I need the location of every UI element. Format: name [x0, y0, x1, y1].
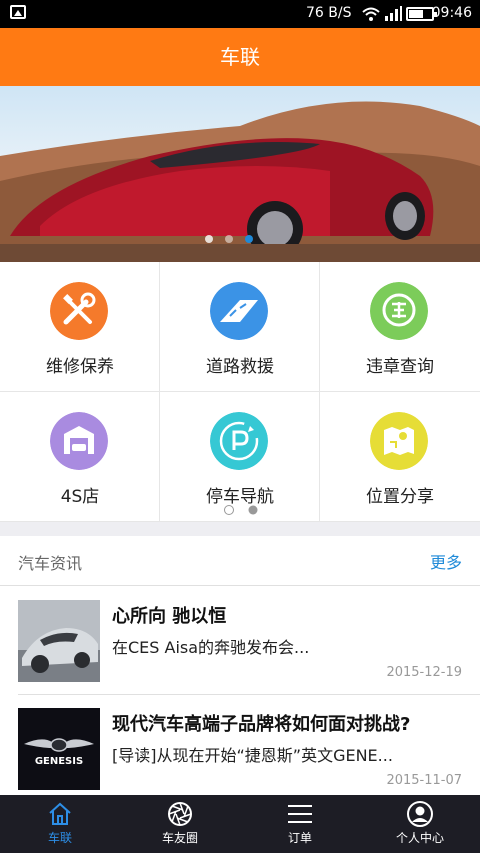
service-label: 位置分享: [366, 487, 434, 507]
garage-car-icon: [50, 412, 108, 470]
news-title: 心所向 驰以恒: [112, 606, 227, 627]
service-label: 道路救援: [206, 357, 274, 377]
bottom-navigation: 车联 车友圈 订单 个人中心: [0, 795, 480, 853]
aperture-icon: [168, 802, 192, 826]
nav-tab-car-friends[interactable]: 车友圈: [120, 795, 240, 853]
battery-icon: [406, 7, 437, 21]
news-section-header: 汽车资讯 更多: [0, 536, 480, 586]
nav-tab-orders[interactable]: 订单: [240, 795, 360, 853]
news-title: 现代汽车高端子品牌将如何面对挑战?: [112, 714, 411, 735]
genesis-wings-logo: [24, 738, 94, 752]
silver-sports-car-thumbnail: [18, 600, 100, 682]
map-location-icon: [370, 412, 428, 470]
news-item[interactable]: GENESIS 现代汽车高端子品牌将如何面对挑战? [导读]从现在开始“捷恩斯”…: [0, 694, 480, 802]
network-speed: 76 B/S: [306, 5, 352, 21]
service-label: 违章查询: [366, 357, 434, 377]
violation-query-icon: [370, 282, 428, 340]
service-repair-maintenance[interactable]: 维修保养: [0, 262, 160, 392]
service-parking-navigation[interactable]: 停车导航: [160, 392, 320, 522]
signal-icon: [385, 6, 402, 21]
wifi-icon: [362, 7, 380, 21]
service-road-rescue[interactable]: 道路救援: [160, 262, 320, 392]
status-bar: 76 B/S 09:46: [0, 0, 480, 28]
user-icon: [407, 801, 433, 827]
list-icon: [288, 805, 312, 823]
service-label: 4S店: [60, 487, 100, 507]
nav-label: 个人中心: [395, 831, 444, 845]
banner-pagination: [205, 235, 253, 243]
nav-label: 订单: [287, 831, 312, 845]
genesis-logo-thumbnail: GENESIS: [18, 708, 100, 790]
news-summary: 在CES Aisa的奔驰发布会...: [112, 638, 310, 657]
news-item[interactable]: 心所向 驰以恒 在CES Aisa的奔驰发布会... 2015-12-19: [0, 586, 480, 694]
road-icon: [210, 282, 268, 340]
news-date: 2015-11-07: [386, 773, 462, 788]
home-icon: [49, 802, 71, 825]
service-label: 维修保养: [46, 357, 114, 377]
parking-navigation-icon: [210, 412, 268, 470]
grid-pagination: [224, 505, 258, 515]
news-summary: [导读]从现在开始“捷恩斯”英文GENE...: [112, 746, 393, 765]
genesis-logo-text: GENESIS: [34, 756, 84, 767]
nav-tab-car-link[interactable]: 车联: [0, 795, 120, 853]
page-title: 车联: [0, 28, 480, 86]
news-date: 2015-12-19: [386, 665, 462, 680]
news-section-title: 汽车资讯: [18, 554, 83, 573]
clock: 09:46: [431, 5, 472, 21]
nav-label: 车友圈: [161, 831, 198, 845]
section-divider: [0, 522, 480, 536]
nav-label: 车联: [47, 831, 72, 845]
service-4s-store[interactable]: 4S店: [0, 392, 160, 522]
service-violation-query[interactable]: 违章查询: [320, 262, 480, 392]
gallery-notification-icon: [10, 5, 26, 19]
nav-tab-profile[interactable]: 个人中心: [360, 795, 480, 853]
wrench-screwdriver-icon: [50, 282, 108, 340]
more-news-link[interactable]: 更多: [430, 549, 462, 573]
service-location-share[interactable]: 位置分享: [320, 392, 480, 522]
service-grid: 维修保养 道路救援 违章查询 4S店 停车导航 位置分享: [0, 262, 480, 522]
